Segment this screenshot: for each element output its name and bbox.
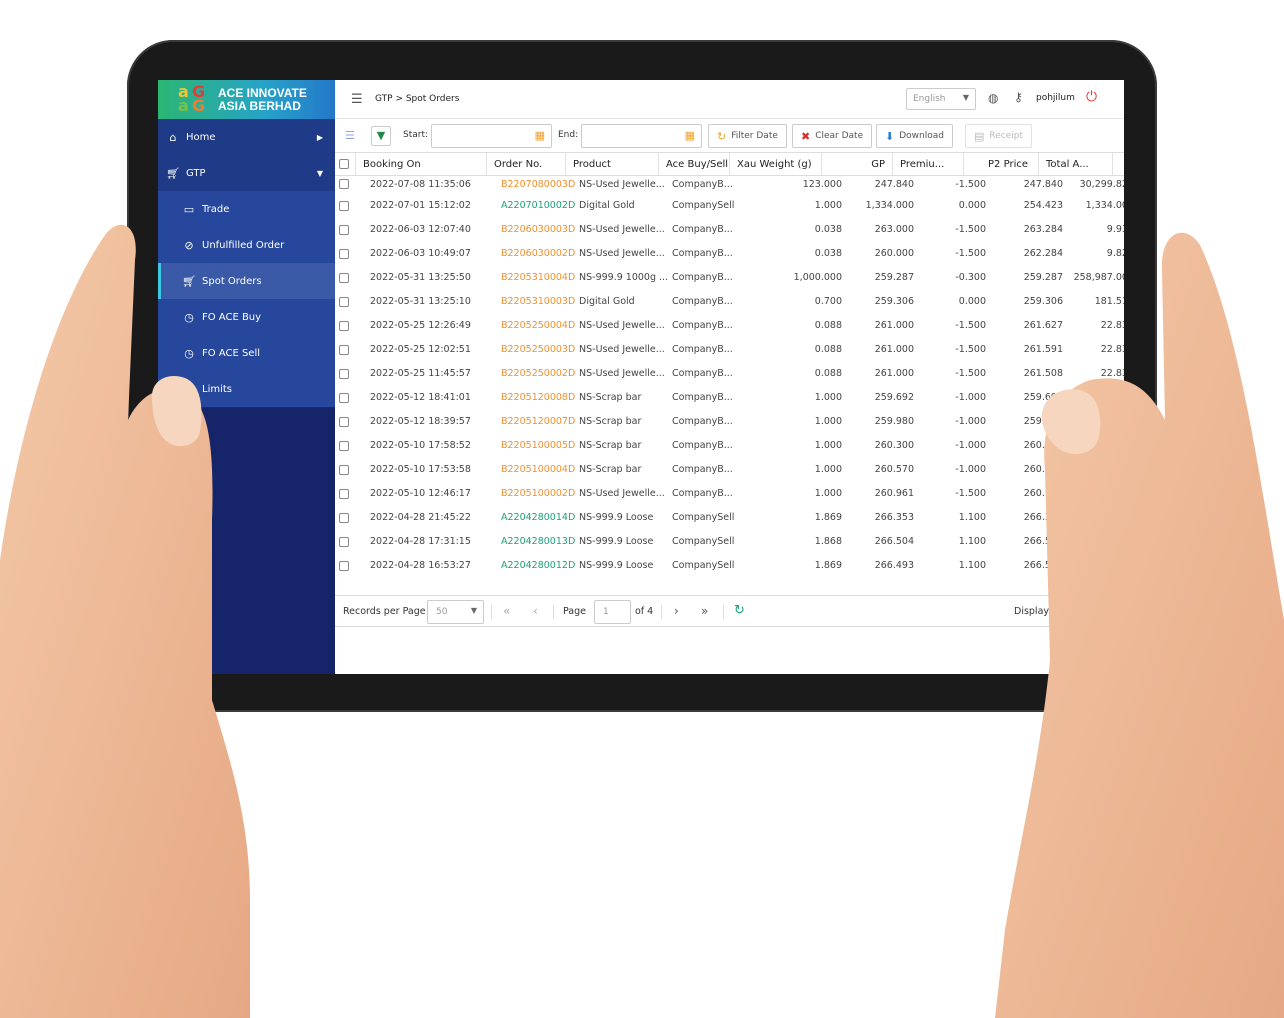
hands-illustration <box>0 224 1284 1018</box>
left-hand <box>0 224 250 1018</box>
right-hand <box>995 232 1284 1018</box>
